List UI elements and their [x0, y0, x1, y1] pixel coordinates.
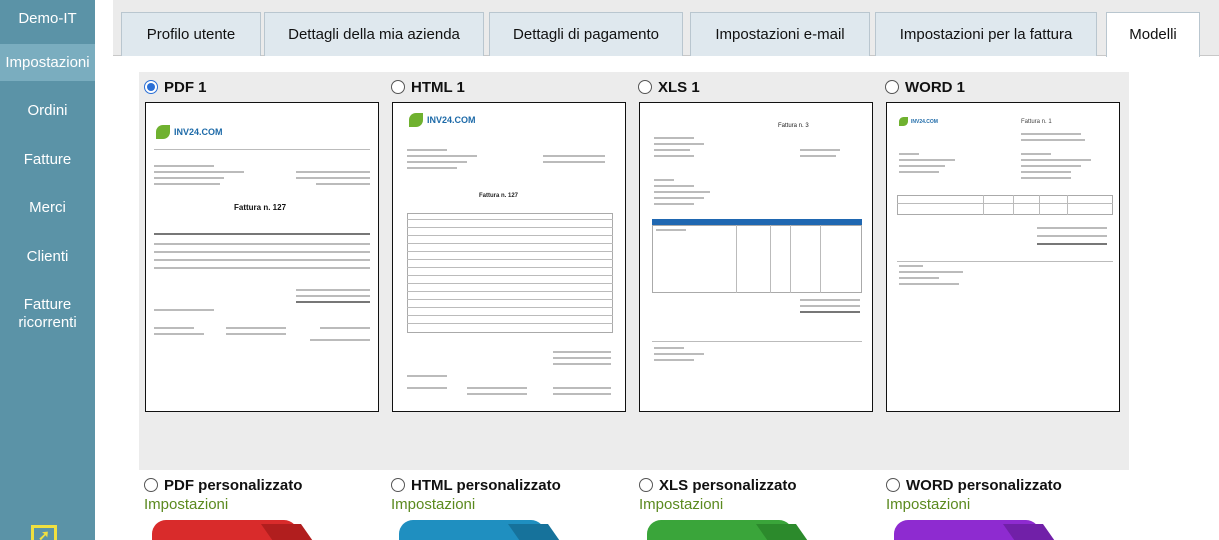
tab-dettagli-azienda[interactable]: Dettagli della mia azienda: [264, 12, 484, 56]
preview-logo: INV24.COM: [174, 127, 223, 137]
custom-template-label: XLS personalizzato: [659, 476, 797, 494]
custom-template-label: WORD personalizzato: [906, 476, 1062, 494]
preview-invoice-title: Fattura n. 1: [1021, 119, 1052, 125]
tab-dettagli-pagamento[interactable]: Dettagli di pagamento: [489, 12, 683, 56]
sidebar: Demo-IT Impostazioni Ordini Fatture Merc…: [0, 0, 95, 540]
settings-link[interactable]: Impostazioni: [639, 496, 869, 513]
template-label: PDF 1: [164, 78, 207, 96]
tab-profilo-utente[interactable]: Profilo utente: [121, 12, 261, 56]
preview-invoice-title: Fattura n. 127: [234, 203, 287, 212]
custom-template-label: PDF personalizzato: [164, 476, 303, 494]
preview-logo: INV24.COM: [427, 115, 476, 125]
preview-logo: INV24.COM: [911, 119, 938, 125]
radio-pdf1[interactable]: [144, 80, 158, 94]
custom-template-pdf[interactable]: PDF personalizzato Impostazioni: [144, 476, 374, 513]
template-label: WORD 1: [905, 78, 965, 96]
logo-leaf-icon: [156, 125, 170, 139]
logout-icon[interactable]: ➚: [31, 525, 57, 540]
settings-link[interactable]: Impostazioni: [391, 496, 621, 513]
pdf-file-icon: [152, 520, 316, 540]
sidebar-item-fatture-ricorrenti[interactable]: Fatture ricorrenti: [8, 296, 87, 332]
radio-pdf-custom[interactable]: [144, 478, 158, 492]
sidebar-item-clienti[interactable]: Clienti: [0, 248, 95, 266]
template-label: XLS 1: [658, 78, 700, 96]
brand-label[interactable]: Demo-IT: [0, 0, 95, 30]
content-gutter: [95, 0, 113, 540]
sidebar-item-impostazioni[interactable]: Impostazioni: [0, 44, 95, 81]
custom-template-word[interactable]: WORD personalizzato Impostazioni: [886, 476, 1116, 513]
html-file-icon: [399, 520, 563, 540]
pdf-preview-image[interactable]: INV24.COM Fattura n. 127: [145, 102, 379, 412]
radio-xls-custom[interactable]: [639, 478, 653, 492]
settings-link[interactable]: Impostazioni: [886, 496, 1116, 513]
logo-leaf-icon: [899, 117, 908, 126]
sidebar-item-fatture[interactable]: Fatture: [0, 151, 95, 169]
radio-html1[interactable]: [391, 80, 405, 94]
word-file-icon: [894, 520, 1058, 540]
template-label: HTML 1: [411, 78, 465, 96]
template-word1[interactable]: WORD 1 INV24.COM Fattura n. 1: [885, 78, 1121, 412]
template-xls1[interactable]: XLS 1 Fattura n. 3: [638, 78, 874, 412]
settings-link[interactable]: Impostazioni: [144, 496, 374, 513]
radio-word-custom[interactable]: [886, 478, 900, 492]
tab-impostazioni-fattura[interactable]: Impostazioni per la fattura: [875, 12, 1097, 56]
xls-file-icon: [647, 520, 811, 540]
preview-invoice-title: Fattura n. 3: [778, 123, 809, 129]
sidebar-item-merci[interactable]: Merci: [0, 199, 95, 217]
custom-template-html[interactable]: HTML personalizzato Impostazioni: [391, 476, 621, 513]
custom-template-label: HTML personalizzato: [411, 476, 561, 494]
tab-modelli[interactable]: Modelli: [1106, 12, 1200, 57]
word-preview-image[interactable]: INV24.COM Fattura n. 1: [886, 102, 1120, 412]
templates-panel: PDF 1 INV24.COM Fattura n. 127 HTML 1 IN…: [139, 72, 1129, 470]
preview-invoice-title: Fattura n. 127: [479, 193, 519, 199]
html-preview-image[interactable]: INV24.COM Fattura n. 127: [392, 102, 626, 412]
sidebar-item-ordini[interactable]: Ordini: [0, 102, 95, 120]
radio-xls1[interactable]: [638, 80, 652, 94]
template-pdf1[interactable]: PDF 1 INV24.COM Fattura n. 127: [144, 78, 380, 412]
tab-impostazioni-email[interactable]: Impostazioni e-mail: [690, 12, 870, 56]
radio-html-custom[interactable]: [391, 478, 405, 492]
tab-bar: Profilo utente Dettagli della mia aziend…: [113, 0, 1219, 57]
xls-preview-image[interactable]: Fattura n. 3: [639, 102, 873, 412]
custom-template-xls[interactable]: XLS personalizzato Impostazioni: [639, 476, 869, 513]
radio-word1[interactable]: [885, 80, 899, 94]
template-html1[interactable]: HTML 1 INV24.COM Fattura n. 127: [391, 78, 627, 412]
logo-leaf-icon: [409, 113, 423, 127]
